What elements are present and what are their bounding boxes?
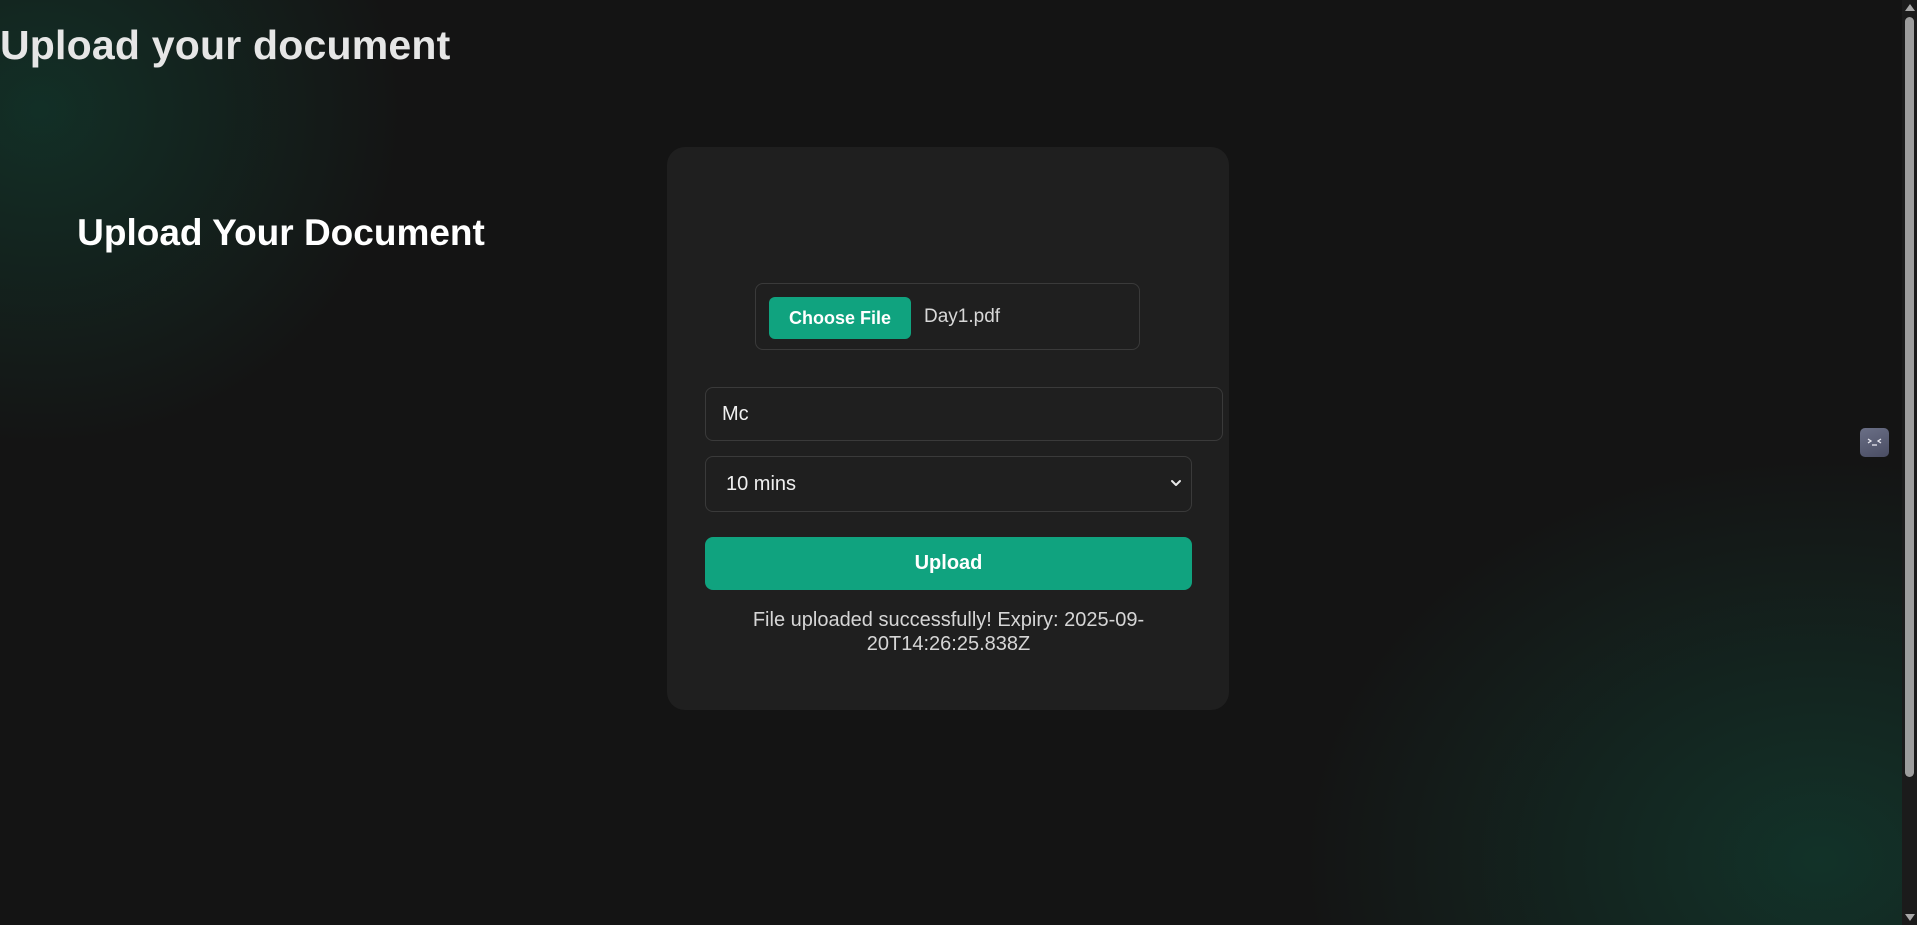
face-glyph-icon — [1867, 438, 1882, 446]
status-message: File uploaded successfully! Expiry: 2025… — [752, 609, 1145, 655]
extension-icon[interactable] — [1860, 428, 1889, 457]
scroll-down-arrow-icon[interactable] — [1905, 914, 1915, 921]
scrollbar-thumb[interactable] — [1905, 17, 1914, 777]
expiry-select-value: 10 mins — [726, 473, 797, 495]
choose-file-button[interactable]: Choose File — [769, 297, 911, 339]
name-input[interactable] — [705, 387, 1223, 441]
upload-button[interactable]: Upload — [705, 537, 1192, 590]
scroll-up-arrow-icon[interactable] — [1905, 4, 1915, 11]
page-title: Upload your document — [0, 22, 451, 68]
chevron-down-icon — [1171, 480, 1181, 486]
expiry-select[interactable]: 10 mins — [705, 456, 1192, 512]
file-input[interactable]: Choose File Day1.pdf — [755, 283, 1140, 350]
card-title: Upload Your Document — [77, 212, 485, 253]
file-name: Day1.pdf — [924, 306, 1001, 327]
scrollbar[interactable] — [1902, 0, 1917, 925]
